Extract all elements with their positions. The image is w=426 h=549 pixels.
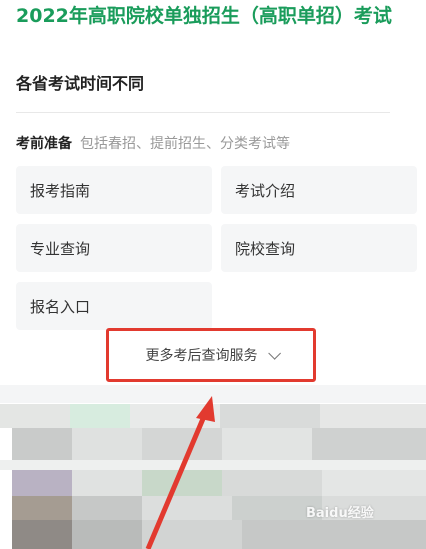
- major-query-button[interactable]: 专业查询: [16, 224, 212, 272]
- section-header: 考前准备 包括春招、提前招生、分类考试等: [16, 133, 290, 153]
- section-title: 考前准备: [16, 136, 72, 152]
- exam-time-note: 各省考试时间不同: [16, 74, 145, 93]
- school-query-button[interactable]: 院校查询: [221, 224, 417, 272]
- guide-button[interactable]: 报考指南: [16, 166, 212, 214]
- section-hint: 包括春招、提前招生、分类考试等: [80, 136, 290, 152]
- more-services-button[interactable]: 更多考后查询服务: [106, 328, 316, 382]
- more-services-label: 更多考后查询服务: [145, 348, 258, 364]
- separator-band: [0, 385, 426, 403]
- divider: [16, 112, 390, 113]
- watermark: Baidu经验: [306, 506, 374, 521]
- exam-intro-button[interactable]: 考试介绍: [221, 166, 417, 214]
- chevron-down-icon: [267, 346, 281, 360]
- page-title: 2022年高职院校单独招生（高职单招）考试: [16, 5, 392, 27]
- blurred-content: [0, 404, 426, 549]
- register-entry-button[interactable]: 报名入口: [16, 282, 212, 330]
